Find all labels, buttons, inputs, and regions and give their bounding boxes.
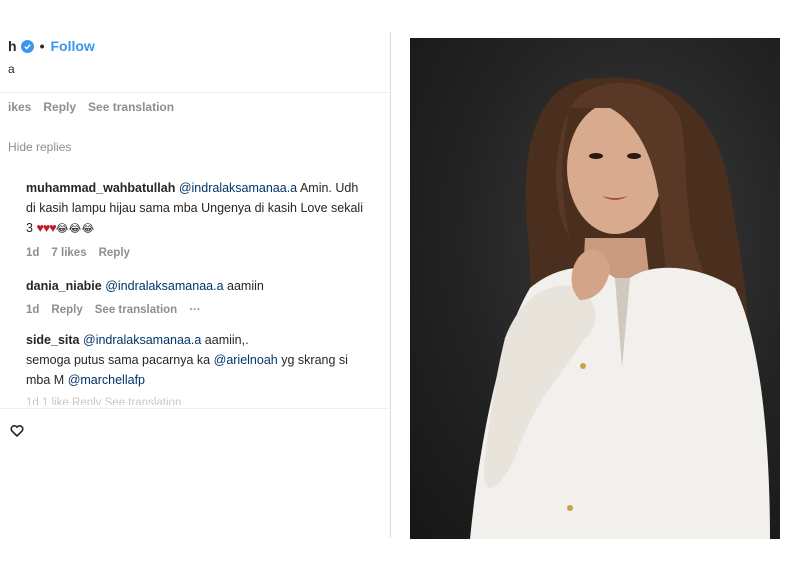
reply-meta-faded: 1d 1 like Reply See translation <box>26 397 182 405</box>
portrait-photo <box>410 38 780 539</box>
heart-outline-icon[interactable] <box>10 424 24 438</box>
reply-button[interactable]: Reply <box>99 243 130 263</box>
reply-text: semoga putus sama pacarnya ka <box>26 353 211 367</box>
reply-likes[interactable]: 7 likes <box>51 243 86 263</box>
divider <box>0 408 390 409</box>
more-icon[interactable]: ··· <box>189 300 201 320</box>
post-author-username[interactable]: h <box>8 38 17 54</box>
reply-time: 1d <box>26 247 40 259</box>
reply-button[interactable]: Reply <box>43 100 76 114</box>
reply-button[interactable]: Reply <box>51 300 82 320</box>
reply-item: dania_niabie @indralaksamanaa.a aamiin 1… <box>26 276 371 320</box>
comment-meta-row: ikes Reply See translation <box>8 100 174 114</box>
follow-button[interactable]: Follow <box>50 38 94 54</box>
reply-text: aamiin,. <box>204 333 249 347</box>
reply-mention[interactable]: @indralaksamanaa.a <box>179 181 297 195</box>
instagram-comments-panel: h • Follow a ikes Reply See translation … <box>0 32 391 538</box>
reply-username[interactable]: dania_niabie <box>26 279 102 293</box>
reply-meta: 1d 7 likes Reply <box>26 243 371 263</box>
reply-mention[interactable]: @marchellafp <box>68 373 145 387</box>
reply-username[interactable]: side_sita <box>26 333 80 347</box>
heart-emoji: ♥♥♥ <box>36 221 56 235</box>
portrait-illustration <box>470 77 770 539</box>
reply-meta: 1d Reply See translation ··· <box>26 300 371 320</box>
likes-count[interactable]: ikes <box>8 100 31 114</box>
laugh-emoji: 😂😂😂 <box>55 223 95 235</box>
verified-badge-icon <box>20 39 34 53</box>
reply-mention[interactable]: @indralaksamanaa.a <box>83 333 201 347</box>
post-header: h • Follow a <box>0 32 390 93</box>
post-location: a <box>8 62 15 76</box>
reply-mention[interactable]: @indralaksamanaa.a <box>105 279 223 293</box>
reply-time: 1d <box>26 304 40 316</box>
reply-username[interactable]: muhammad_wahbatullah <box>26 181 175 195</box>
reply-text: aamiin <box>227 279 264 293</box>
reply-item: side_sita @indralaksamanaa.a aamiin,. se… <box>26 330 371 390</box>
reply-text: Amin <box>299 181 329 195</box>
hide-replies-button[interactable]: Hide replies <box>8 140 71 154</box>
separator-dot: • <box>39 38 45 54</box>
reply-item: muhammad_wahbatullah @indralaksamanaa.a … <box>26 178 371 263</box>
see-translation-button[interactable]: See translation <box>95 300 177 320</box>
post-author: h • Follow <box>8 38 95 54</box>
see-translation-button[interactable]: See translation <box>88 100 174 114</box>
reply-mention[interactable]: @arielnoah <box>214 353 278 367</box>
